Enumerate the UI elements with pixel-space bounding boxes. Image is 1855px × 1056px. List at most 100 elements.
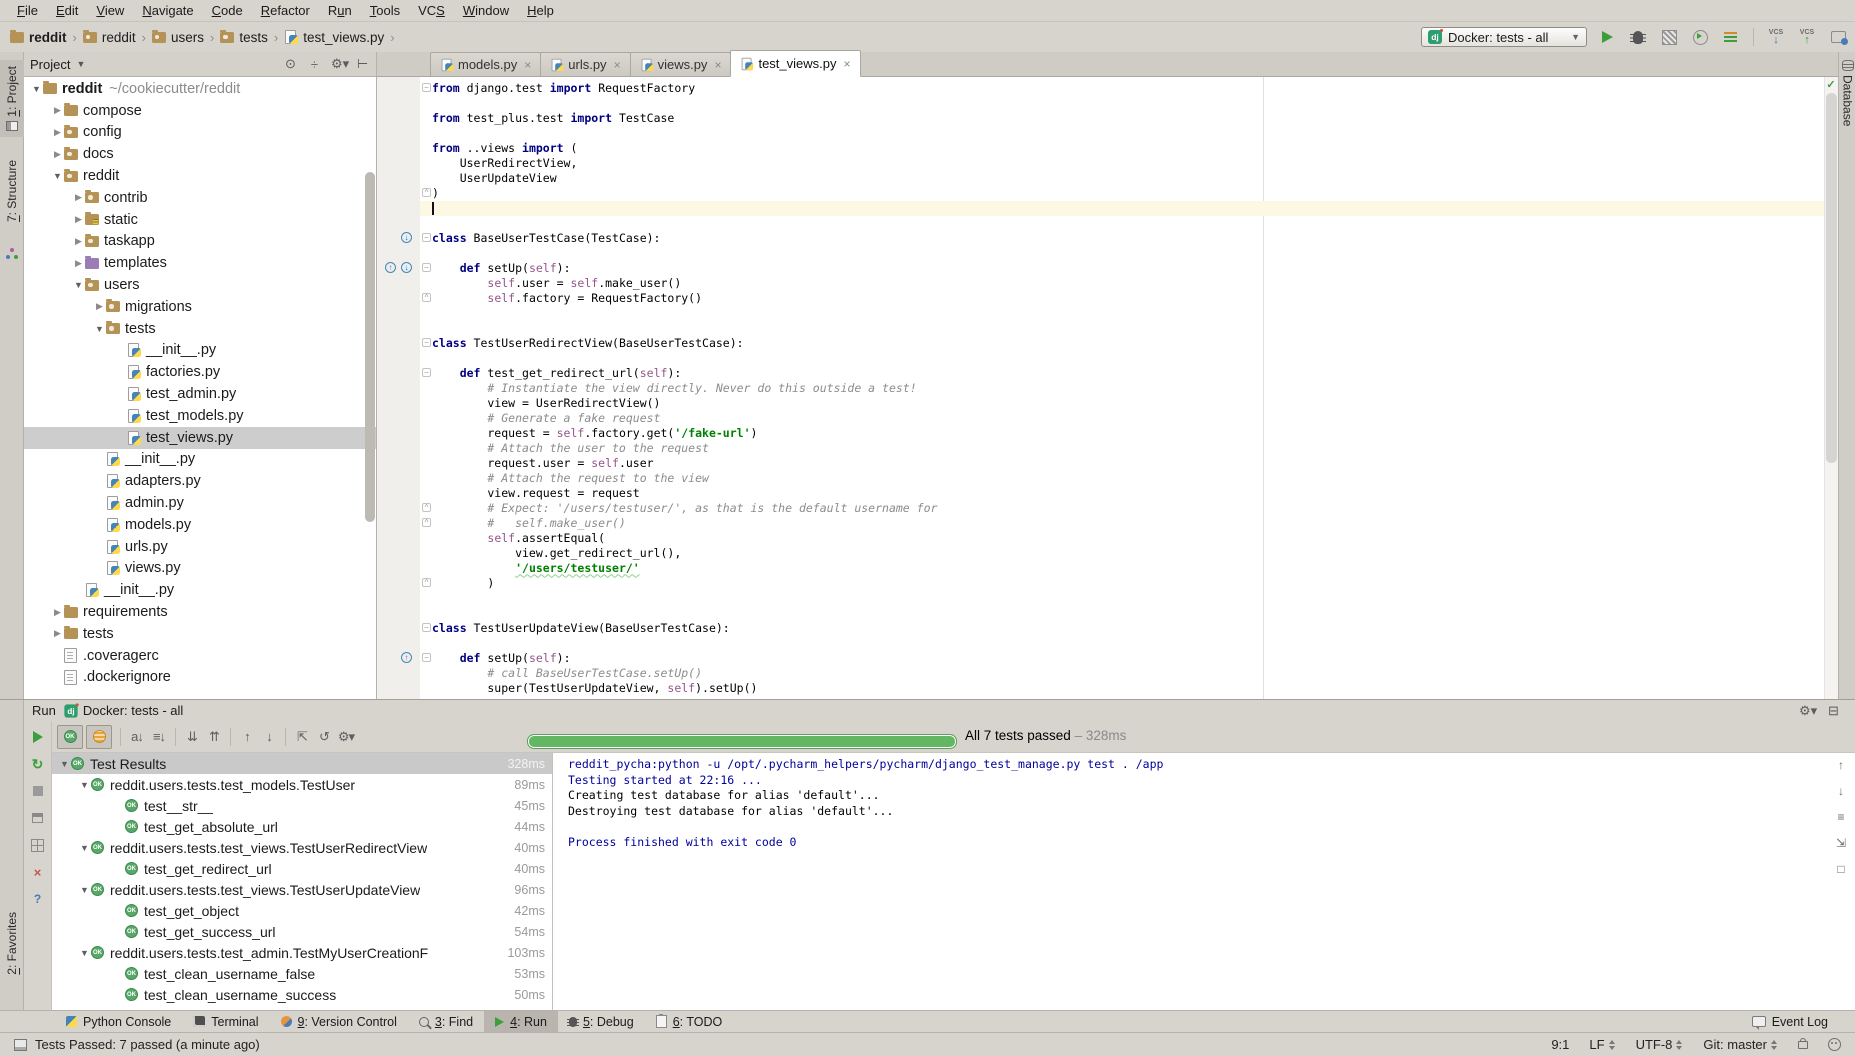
- filter-ignored-toggle[interactable]: [86, 725, 112, 749]
- code-line-39[interactable]: def setUp(self):: [432, 651, 571, 666]
- filter-passed-toggle[interactable]: OK: [57, 725, 83, 749]
- editor-scrollbar[interactable]: ✓: [1824, 77, 1838, 700]
- toolwindow-button-3-find[interactable]: 3: Find: [408, 1011, 484, 1032]
- close-icon[interactable]: ×: [714, 60, 721, 70]
- close-icon[interactable]: ×: [614, 60, 621, 70]
- code-line-20[interactable]: def test_get_redirect_url(self):: [432, 366, 681, 381]
- run-button[interactable]: [1598, 28, 1616, 46]
- code-line-1[interactable]: from django.test import RequestFactory: [432, 81, 695, 96]
- tool-stripe-sciview[interactable]: [0, 248, 24, 259]
- code-line-18[interactable]: class TestUserRedirectView(BaseUserTestC…: [432, 336, 744, 351]
- tab-urls.py[interactable]: urls.py×: [540, 52, 630, 76]
- history-button[interactable]: ↺: [314, 727, 334, 747]
- previous-occurrence-button[interactable]: ↑: [237, 727, 257, 747]
- inspection-ok-icon[interactable]: ✓: [1825, 78, 1837, 91]
- highlighting-level-icon[interactable]: [1828, 1038, 1841, 1051]
- tool-stripe-database[interactable]: Database: [1839, 60, 1855, 126]
- code-line-41[interactable]: super(TestUserUpdateView, self).setUp(): [432, 681, 757, 696]
- fold-marker-icon[interactable]: −: [422, 653, 431, 662]
- help-button[interactable]: ?: [30, 891, 46, 907]
- test-row-reddit.users.tests.test_models.TestUser[interactable]: ▼OKreddit.users.tests.test_models.TestUs…: [52, 774, 552, 795]
- menu-item-refactor[interactable]: Refactor: [252, 0, 319, 22]
- run-test-up-icon[interactable]: ↑: [401, 652, 412, 663]
- coverage-button[interactable]: [1660, 28, 1678, 46]
- menu-item-vcs[interactable]: VCS: [409, 0, 454, 22]
- toolwindow-button-5-debug[interactable]: 5: Debug: [558, 1011, 645, 1032]
- run-test-down-icon[interactable]: ↓: [401, 232, 412, 243]
- code-line-34[interactable]: ): [432, 576, 494, 591]
- fold-marker-icon[interactable]: −: [422, 368, 431, 377]
- next-occurrence-button[interactable]: ↓: [259, 727, 279, 747]
- tab-views.py[interactable]: views.py×: [630, 52, 732, 76]
- tree-item-test_admin.py[interactable]: test_admin.py: [24, 383, 376, 405]
- menu-item-navigate[interactable]: Navigate: [133, 0, 202, 22]
- chevron-down-icon[interactable]: ▼: [76, 59, 85, 69]
- toolwindow-button-9-version-control[interactable]: 9: Version Control: [270, 1011, 408, 1032]
- tree-item-factories.py[interactable]: factories.py: [24, 361, 376, 383]
- menu-item-view[interactable]: View: [87, 0, 133, 22]
- tree-item-__init__.py[interactable]: __init__.py: [24, 579, 376, 601]
- recent-changes-button[interactable]: [1829, 28, 1847, 46]
- code-line-14[interactable]: self.user = self.make_user(): [432, 276, 681, 291]
- menu-item-help[interactable]: Help: [518, 0, 563, 22]
- stop-button[interactable]: [30, 783, 46, 799]
- profiler-button[interactable]: [1691, 28, 1709, 46]
- tool-stripe-project[interactable]: 1: Project: [0, 60, 24, 137]
- code-line-3[interactable]: from test_plus.test import TestCase: [432, 111, 674, 126]
- tree-item-taskapp[interactable]: ▶taskapp: [24, 231, 376, 253]
- code-line-28[interactable]: view.request = request: [432, 486, 640, 501]
- menu-item-tools[interactable]: Tools: [361, 0, 409, 22]
- tree-item-tests[interactable]: ▶tests: [24, 623, 376, 645]
- tree-item-static[interactable]: ▶static: [24, 209, 376, 231]
- tab-models.py[interactable]: models.py×: [430, 52, 541, 76]
- tree-item-views.py[interactable]: views.py: [24, 558, 376, 580]
- editor-scrollbar-thumb[interactable]: [1826, 93, 1837, 463]
- test-row-reddit.users.tests.test_admin.TestMyUserCreationF[interactable]: ▼OKreddit.users.tests.test_admin.TestMyU…: [52, 942, 552, 963]
- run-configuration-selector[interactable]: dj Docker: tests - all ▼: [1421, 27, 1587, 47]
- code-line-29[interactable]: # Expect: '/users/testuser/', as that is…: [432, 501, 937, 516]
- run-test-up-icon[interactable]: ↑: [385, 262, 396, 273]
- test-row-reddit.users.tests.test_views.TestUserRedirectView[interactable]: ▼OKreddit.users.tests.test_views.TestUse…: [52, 837, 552, 858]
- git-branch[interactable]: Git: master: [1703, 1037, 1778, 1052]
- vcs-update-button[interactable]: VCS↓: [1767, 28, 1785, 46]
- tree-item-migrations[interactable]: ▶migrations: [24, 296, 376, 318]
- debug-button[interactable]: [1629, 28, 1647, 46]
- expand-all-button[interactable]: ⇊: [182, 727, 202, 747]
- fold-end-marker-icon[interactable]: ^: [422, 293, 431, 302]
- tree-item-users[interactable]: ▼users: [24, 274, 376, 296]
- close-icon[interactable]: ×: [844, 59, 851, 69]
- tree-item-reddit[interactable]: ▼reddit~/cookiecutter/reddit: [24, 78, 376, 100]
- tree-item-config[interactable]: ▶config: [24, 122, 376, 144]
- breadcrumb-item-reddit[interactable]: reddit: [10, 30, 67, 45]
- tree-item-__init__.py[interactable]: __init__.py: [24, 340, 376, 362]
- fold-end-marker-icon[interactable]: ^: [422, 518, 431, 527]
- fold-marker-icon[interactable]: −: [422, 623, 431, 632]
- code-line-24[interactable]: request = self.factory.get('/fake-url'): [432, 426, 757, 441]
- test-row-test_get_object[interactable]: OKtest_get_object42ms: [52, 900, 552, 921]
- rerun-button[interactable]: [30, 729, 46, 745]
- scroll-end-button[interactable]: ⇲: [1833, 835, 1849, 851]
- fold-marker-icon[interactable]: −: [422, 233, 431, 242]
- clear-button[interactable]: □: [1833, 861, 1849, 877]
- project-tree-scrollbar[interactable]: [365, 172, 375, 522]
- code-line-21[interactable]: # Instantiate the view directly. Never d…: [432, 381, 917, 396]
- code-line-32[interactable]: view.get_redirect_url(),: [432, 546, 681, 561]
- fold-end-marker-icon[interactable]: ^: [422, 188, 431, 197]
- run-test-down-icon[interactable]: ↓: [401, 262, 412, 273]
- breadcrumb-item-test_views.py[interactable]: test_views.py: [284, 30, 384, 45]
- close-button[interactable]: ×: [30, 864, 46, 880]
- tree-item-.dockerignore[interactable]: .dockerignore: [24, 667, 376, 689]
- readonly-lock-icon[interactable]: [1798, 1041, 1808, 1049]
- code-line-6[interactable]: UserRedirectView,: [432, 156, 577, 171]
- tree-item-__init__.py[interactable]: __init__.py: [24, 449, 376, 471]
- code-line-15[interactable]: self.factory = RequestFactory(): [432, 291, 702, 306]
- tree-item-docs[interactable]: ▶docs: [24, 143, 376, 165]
- toolwindow-button-python-console[interactable]: Python Console: [55, 1011, 182, 1032]
- menu-item-file[interactable]: File: [8, 0, 47, 22]
- caret-position[interactable]: 9:1: [1551, 1037, 1569, 1052]
- code-line-40[interactable]: # call BaseUserTestCase.setUp(): [432, 666, 702, 681]
- scroll-up-button[interactable]: ↑: [1833, 757, 1849, 773]
- soft-wrap-button[interactable]: ≡: [1833, 809, 1849, 825]
- menu-item-edit[interactable]: Edit: [47, 0, 87, 22]
- tree-item-tests[interactable]: ▼tests: [24, 318, 376, 340]
